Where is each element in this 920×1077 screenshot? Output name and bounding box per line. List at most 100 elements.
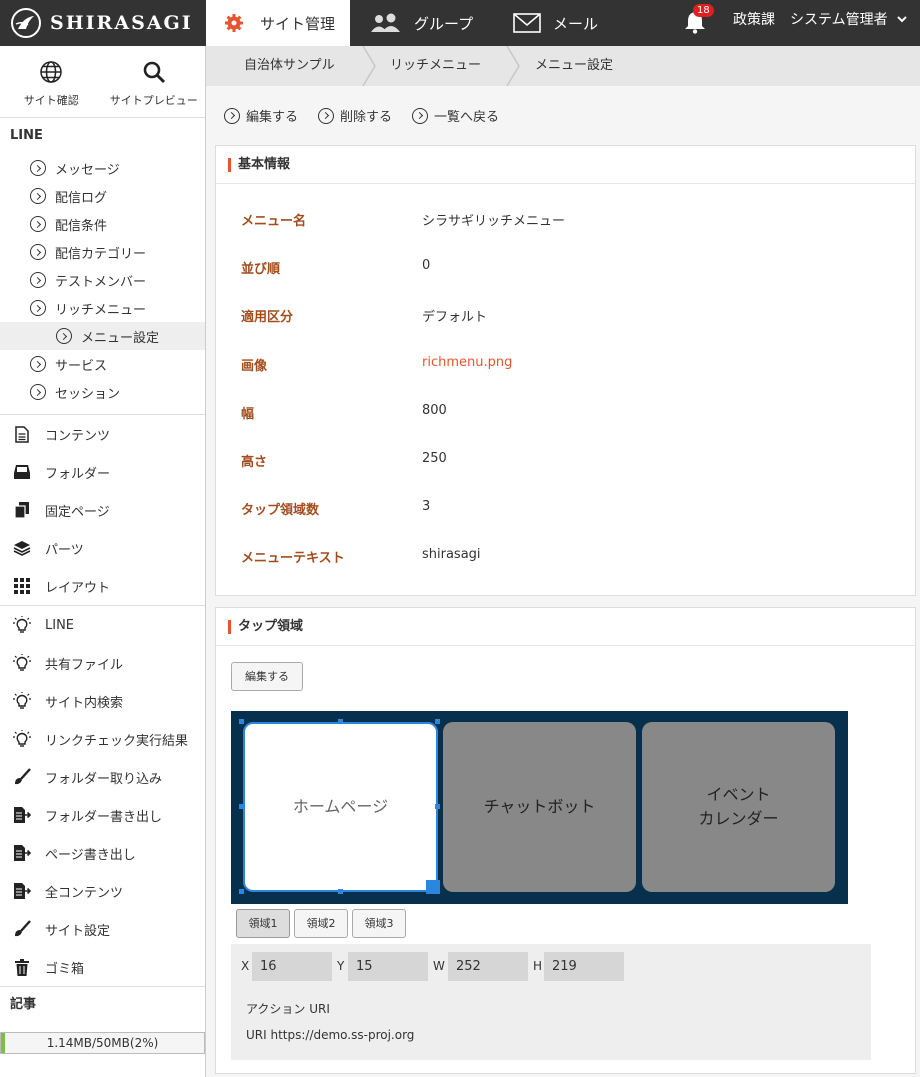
breadcrumb: 自治体サンプル リッチメニュー メニュー設定 — [206, 46, 920, 86]
area-tab-3[interactable]: 領域3 — [352, 909, 406, 938]
sidebar-item-label: フォルダー書き出し — [45, 809, 163, 825]
h-input[interactable]: 219 — [544, 952, 624, 981]
nav-group[interactable]: グループ — [370, 0, 473, 46]
sidebar-item-label: 固定ページ — [45, 504, 110, 520]
sidebar-item-folder-export[interactable]: フォルダー書き出し — [0, 796, 205, 834]
chevron-circle-icon — [30, 244, 46, 260]
tap-area-1[interactable]: ホームページ — [243, 722, 438, 892]
chevron-circle-icon — [30, 160, 46, 176]
sidebar-item-link-check[interactable]: リンクチェック実行結果 — [0, 720, 205, 758]
tap-area-edit-button[interactable]: 編集する — [231, 662, 303, 691]
nav-site-admin[interactable]: サイト管理 — [206, 0, 350, 46]
area-tab-2[interactable]: 領域2 — [294, 909, 348, 938]
lightbulb-icon — [12, 692, 32, 710]
sidebar-item-label: リンクチェック実行結果 — [45, 733, 189, 749]
resize-handle[interactable] — [435, 719, 440, 724]
site-preview-label: サイトプレビュー — [109, 94, 198, 107]
lightbulb-icon — [12, 654, 32, 672]
sidebar-item-label: 配信ログ — [55, 190, 108, 206]
info-value: 800 — [422, 403, 447, 418]
sidebar-item-delivery-category[interactable]: 配信カテゴリー — [0, 238, 205, 266]
copy-pages-icon — [12, 501, 32, 519]
info-row: 画像 richmenu.png — [216, 355, 915, 375]
sidebar-item-menu-setting[interactable]: メニュー設定 — [0, 322, 205, 350]
sidebar-item-folder-import[interactable]: フォルダー取り込み — [0, 758, 205, 796]
chevron-circle-icon — [318, 107, 335, 124]
sidebar-item-shared-files[interactable]: 共有ファイル — [0, 644, 205, 682]
sidebar-item-label: メニュー設定 — [81, 330, 160, 346]
user-menu[interactable]: システム管理者 — [790, 0, 908, 38]
sidebar-item-label: リッチメニュー — [55, 302, 147, 318]
sidebar-article-heading: 記事 — [0, 986, 205, 1022]
breadcrumb-item-rich-menu[interactable]: リッチメニュー — [390, 46, 481, 86]
resize-handle[interactable] — [239, 889, 244, 894]
image-file-link[interactable]: richmenu.png — [422, 355, 512, 370]
sidebar-item-layout[interactable]: レイアウト — [0, 567, 205, 605]
basic-info-title: 基本情報 — [216, 146, 915, 184]
h-label: H — [533, 959, 543, 973]
back-to-list-link[interactable]: 一覧へ戻る — [412, 106, 499, 125]
resize-handle[interactable] — [239, 719, 244, 724]
area-tab-1[interactable]: 領域1 — [236, 909, 290, 938]
sidebar-item-parts[interactable]: パーツ — [0, 529, 205, 567]
sidebar-item-all-contents[interactable]: 全コンテンツ — [0, 872, 205, 910]
department-label[interactable]: 政策課 — [733, 0, 775, 38]
users-icon — [371, 13, 400, 32]
sidebar-item-message[interactable]: メッセージ — [0, 154, 205, 182]
sidebar-item-service[interactable]: サービス — [0, 350, 205, 378]
resize-handle[interactable] — [338, 719, 343, 724]
edit-link[interactable]: 編集する — [224, 106, 298, 125]
brush-icon — [12, 768, 32, 786]
site-check-button[interactable]: サイト確認 — [0, 46, 103, 117]
info-label: 高さ — [241, 455, 268, 470]
resize-handle[interactable] — [338, 889, 343, 894]
site-preview-button[interactable]: サイトプレビュー — [103, 46, 206, 117]
sidebar-item-contents[interactable]: コンテンツ — [0, 415, 205, 453]
sidebar-item-delivery-log[interactable]: 配信ログ — [0, 182, 205, 210]
logo[interactable]: SHIRASAGI — [10, 6, 193, 40]
egret-logo-icon — [11, 8, 41, 38]
tap-area-2[interactable]: チャットボット — [443, 722, 636, 892]
info-row: メニューテキスト shirasagi — [216, 547, 915, 567]
sidebar-item-label: 全コンテンツ — [45, 885, 124, 901]
sidebar-item-rich-menu[interactable]: リッチメニュー — [0, 294, 205, 322]
delete-link[interactable]: 削除する — [318, 106, 392, 125]
sidebar-item-fixed-page[interactable]: 固定ページ — [0, 491, 205, 529]
sidebar-item-page-export[interactable]: ページ書き出し — [0, 834, 205, 872]
x-label: X — [241, 959, 250, 973]
x-input[interactable]: 16 — [252, 952, 332, 981]
disk-quota-bar: 1.14MB/50MB(2%) — [0, 1032, 205, 1054]
breadcrumb-item-site[interactable]: 自治体サンプル — [244, 46, 335, 86]
breadcrumb-item-menu-setting[interactable]: メニュー設定 — [535, 46, 613, 86]
w-input[interactable]: 252 — [448, 952, 528, 981]
sidebar-item-label: LINE — [45, 617, 75, 633]
y-input[interactable]: 15 — [348, 952, 428, 981]
delete-link-label: 削除する — [340, 110, 393, 125]
info-value: shirasagi — [422, 547, 481, 562]
sidebar-item-label: パーツ — [45, 542, 84, 558]
layers-icon — [12, 539, 32, 557]
nav-mail[interactable]: メール — [513, 0, 598, 46]
sidebar-item-line[interactable]: LINE — [0, 606, 205, 644]
sidebar-item-trash[interactable]: ゴミ箱 — [0, 948, 205, 986]
info-row: メニュー名 シラサギリッチメニュー — [216, 210, 915, 230]
quota-text: 1.14MB/50MB(2%) — [46, 1036, 159, 1050]
resize-handle[interactable] — [435, 804, 440, 809]
resize-handle[interactable] — [239, 804, 244, 809]
sidebar-item-label: レイアウト — [45, 580, 111, 596]
nav-site-admin-label: サイト管理 — [260, 14, 336, 33]
sidebar-item-test-member[interactable]: テストメンバー — [0, 266, 205, 294]
sidebar-item-session[interactable]: セッション — [0, 378, 205, 406]
brush-icon — [12, 920, 32, 938]
user-name: システム管理者 — [790, 12, 888, 28]
nav-group-label: グループ — [414, 14, 474, 33]
sidebar-item-delivery-condition[interactable]: 配信条件 — [0, 210, 205, 238]
sidebar-item-site-settings[interactable]: サイト設定 — [0, 910, 205, 948]
sidebar-item-label: コンテンツ — [45, 428, 111, 444]
sidebar-item-label: ページ書き出し — [45, 847, 136, 863]
file-export-icon — [12, 844, 32, 862]
sidebar-item-folder[interactable]: フォルダー — [0, 453, 205, 491]
tap-area-3[interactable]: イベント カレンダー — [642, 722, 835, 892]
sidebar-item-site-search[interactable]: サイト内検索 — [0, 682, 205, 720]
resize-corner-handle[interactable] — [426, 880, 440, 894]
